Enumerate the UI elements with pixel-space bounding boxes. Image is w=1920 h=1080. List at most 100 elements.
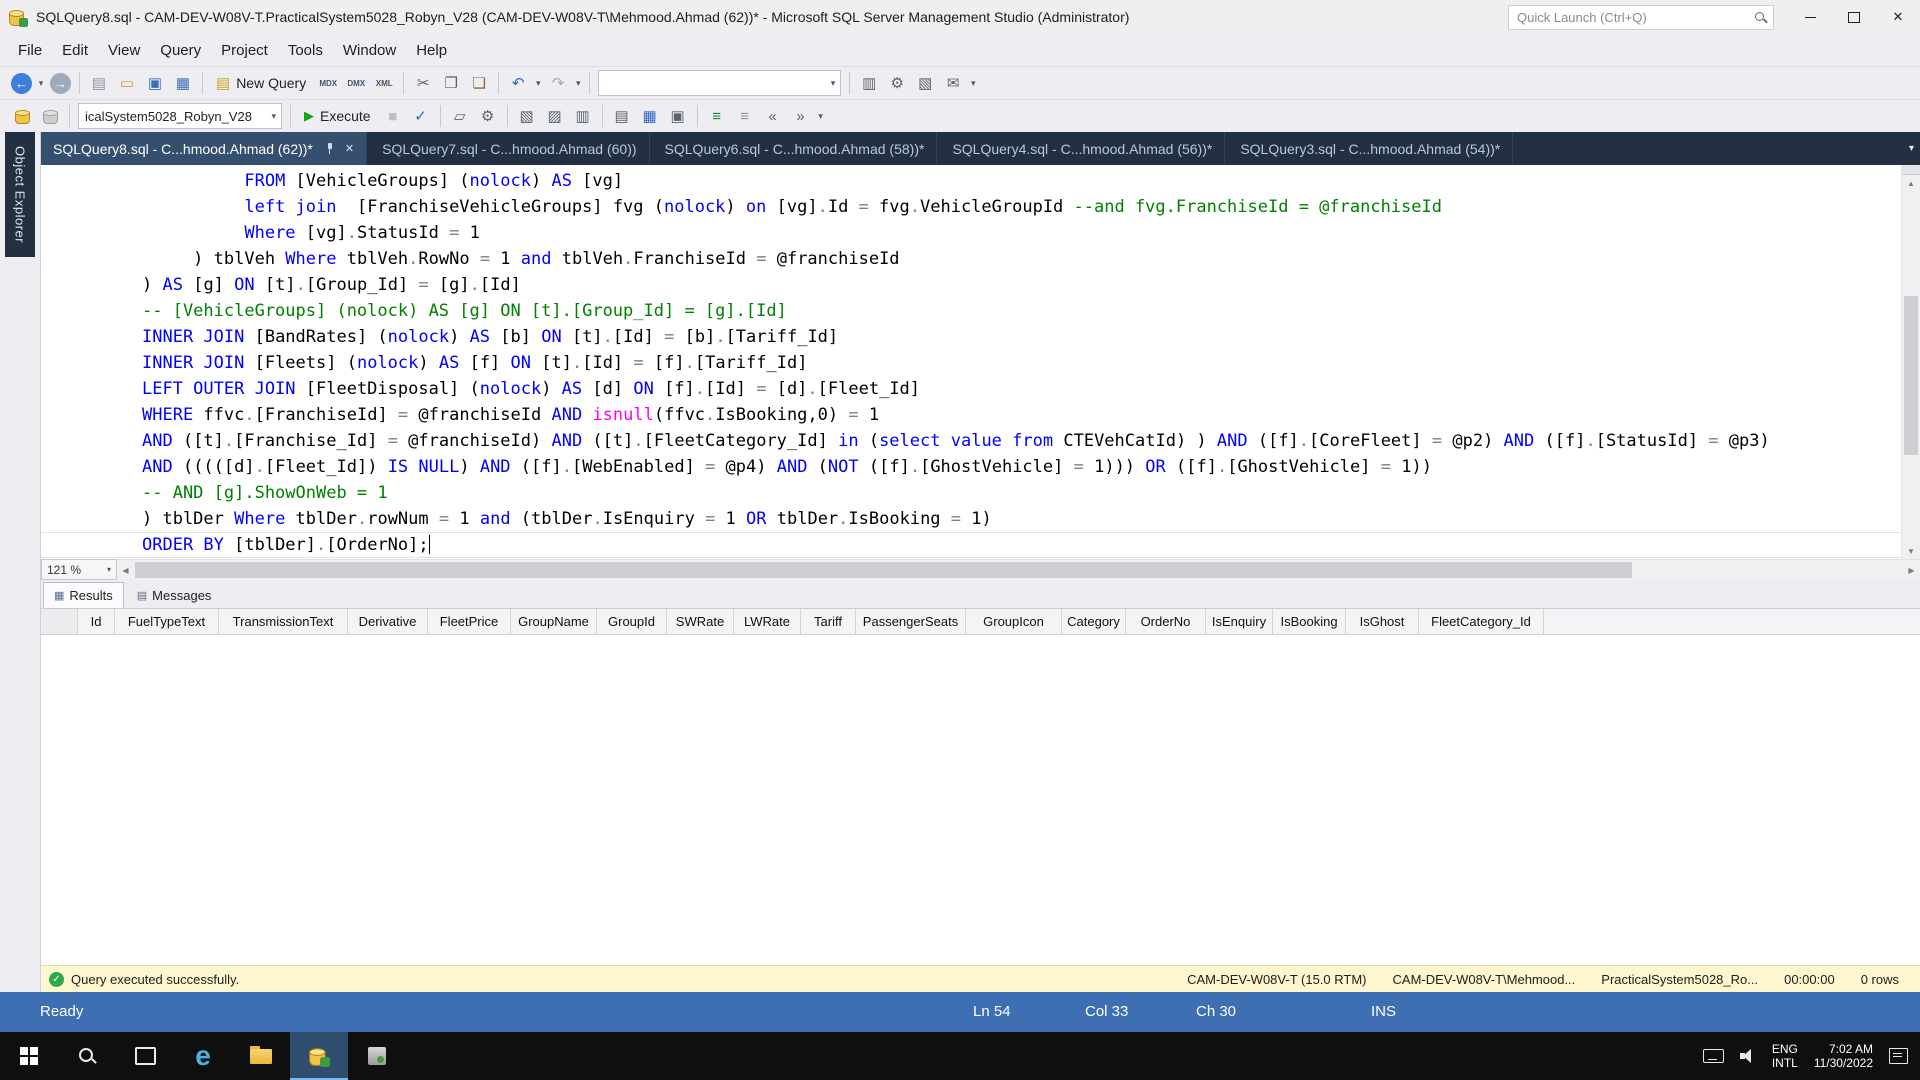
- pin-icon[interactable]: [325, 143, 335, 155]
- column-header-lwrate[interactable]: LWRate: [734, 609, 801, 634]
- save-all-icon[interactable]: ▦: [170, 70, 196, 96]
- back-history-dropdown[interactable]: ▾: [35, 70, 47, 96]
- close-icon[interactable]: ✕: [345, 142, 354, 155]
- column-header-fleetcategory_id[interactable]: FleetCategory_Id: [1419, 609, 1544, 634]
- redo-history-dropdown[interactable]: ▾: [572, 70, 584, 96]
- results-to-text-icon[interactable]: ▤: [609, 103, 635, 129]
- open-file-icon[interactable]: ▭: [114, 70, 140, 96]
- code-area[interactable]: FROM [VehicleGroups] (nolock) AS [vg] le…: [41, 165, 1902, 559]
- column-header-fueltypetext[interactable]: FuelTypeText: [115, 609, 219, 634]
- undo-icon[interactable]: ↶: [505, 70, 531, 96]
- taskbar-search-button[interactable]: [58, 1032, 116, 1080]
- results-to-file-icon[interactable]: ▣: [665, 103, 691, 129]
- navigate-forward-button[interactable]: →: [50, 73, 71, 94]
- zoom-control[interactable]: 121 %: [41, 559, 117, 580]
- ssms-ta skbar-button[interactable]: [290, 1032, 348, 1080]
- menu-project[interactable]: Project: [211, 38, 278, 63]
- find-combo[interactable]: ▾: [598, 70, 841, 96]
- column-header-fleetprice[interactable]: FleetPrice: [428, 609, 511, 634]
- outdent-icon[interactable]: «: [760, 103, 786, 129]
- column-header-isghost[interactable]: IsGhost: [1346, 609, 1419, 634]
- cancel-query-icon[interactable]: ■: [380, 103, 406, 129]
- results-tab-results[interactable]: ▦Results: [43, 582, 124, 608]
- new-project-icon[interactable]: ▤: [86, 70, 112, 96]
- maximize-button[interactable]: [1832, 0, 1876, 34]
- connect-icon[interactable]: [9, 103, 35, 129]
- execute-button[interactable]: ▶Execute: [297, 103, 378, 129]
- results-tab-messages[interactable]: ▤Messages: [126, 582, 223, 608]
- menu-edit[interactable]: Edit: [52, 38, 98, 63]
- menu-query[interactable]: Query: [150, 38, 211, 63]
- close-button[interactable]: [1876, 0, 1920, 34]
- touch-keyboard-icon[interactable]: [1703, 1049, 1724, 1063]
- language-indicator[interactable]: ENG INTL: [1772, 1042, 1798, 1070]
- horizontal-scroll-thumb[interactable]: [135, 562, 1632, 578]
- vertical-scroll-thumb[interactable]: [1904, 296, 1918, 455]
- menu-tools[interactable]: Tools: [278, 38, 333, 63]
- column-header-groupid[interactable]: GroupId: [597, 609, 667, 634]
- column-header-id[interactable]: Id: [78, 609, 115, 634]
- editor-vertical-scrollbar[interactable]: [1901, 165, 1920, 559]
- edge-taskbar-button[interactable]: [174, 1032, 232, 1080]
- column-header-orderno[interactable]: OrderNo: [1126, 609, 1206, 634]
- dmx-query-icon[interactable]: DMX: [343, 70, 369, 96]
- start-button[interactable]: [0, 1032, 58, 1080]
- column-header-category[interactable]: Category: [1062, 609, 1126, 634]
- available-databases-combo[interactable]: icalSystem5028_Robyn_V28▾: [78, 103, 282, 129]
- xmla-query-icon[interactable]: XML: [371, 70, 397, 96]
- toolbar-options-dropdown[interactable]: ▾: [967, 70, 979, 96]
- document-tab-5[interactable]: SQLQuery3.sql - C...hmood.Ahmad (54))*: [1228, 132, 1513, 165]
- volume-icon[interactable]: [1740, 1049, 1756, 1063]
- column-header-tariff[interactable]: Tariff: [801, 609, 856, 634]
- results-to-grid-icon[interactable]: ▦: [637, 103, 663, 129]
- column-header-isbooking[interactable]: IsBooking: [1273, 609, 1346, 634]
- app-taskbar-button[interactable]: [348, 1032, 406, 1080]
- grid-corner-cell[interactable]: [41, 609, 78, 634]
- solution-explorer-icon[interactable]: ▥: [856, 70, 882, 96]
- parse-icon[interactable]: ✓: [408, 103, 434, 129]
- clock[interactable]: 7:02 AM 11/30/2022: [1814, 1042, 1873, 1070]
- column-header-derivative[interactable]: Derivative: [348, 609, 428, 634]
- column-header-groupname[interactable]: GroupName: [511, 609, 597, 634]
- document-list-dropdown-icon[interactable]: [1909, 132, 1914, 165]
- menu-help[interactable]: Help: [406, 38, 457, 63]
- action-center-icon[interactable]: [1889, 1048, 1908, 1064]
- minimize-button[interactable]: [1788, 0, 1832, 34]
- document-tab-1[interactable]: SQLQuery8.sql - C...hmood.Ahmad (62))*✕: [41, 132, 367, 165]
- query-options-icon[interactable]: ⚙: [475, 103, 501, 129]
- comment-icon[interactable]: ≡: [704, 103, 730, 129]
- task-view-button[interactable]: [116, 1032, 174, 1080]
- change-connection-icon[interactable]: [37, 103, 63, 129]
- copy-icon[interactable]: ❐: [438, 70, 464, 96]
- column-header-transmissiontext[interactable]: TransmissionText: [219, 609, 348, 634]
- navigate-back-button[interactable]: ←: [11, 73, 32, 94]
- scroll-up-arrow[interactable]: [1902, 175, 1920, 191]
- vertical-scroll-track[interactable]: [1902, 190, 1920, 543]
- notifications-icon[interactable]: ✉: [940, 70, 966, 96]
- client-stats-icon[interactable]: ▥: [570, 103, 596, 129]
- cut-icon[interactable]: ✂: [410, 70, 436, 96]
- results-grid-body[interactable]: [41, 635, 1920, 965]
- code-editor[interactable]: FROM [VehicleGroups] (nolock) AS [vg] le…: [41, 165, 1920, 559]
- live-stats-icon[interactable]: ▨: [542, 103, 568, 129]
- uncomment-icon[interactable]: ≡: [732, 103, 758, 129]
- save-icon[interactable]: ▣: [142, 70, 168, 96]
- undo-history-dropdown[interactable]: ▾: [532, 70, 544, 96]
- quick-launch-input[interactable]: [1515, 9, 1754, 26]
- available-databases-combo-dropdown-icon[interactable]: ▾: [266, 111, 281, 122]
- mdx-query-icon[interactable]: MDX: [315, 70, 341, 96]
- redo-icon[interactable]: ↷: [545, 70, 571, 96]
- document-tab-3[interactable]: SQLQuery6.sql - C...hmood.Ahmad (58))*: [653, 132, 938, 165]
- column-header-swrate[interactable]: SWRate: [667, 609, 734, 634]
- indent-icon[interactable]: »: [788, 103, 814, 129]
- quick-launch-box[interactable]: [1508, 5, 1774, 30]
- object-explorer-tab[interactable]: Object Explorer: [5, 132, 35, 257]
- editor-horizontal-scrollbar[interactable]: [117, 559, 1920, 580]
- menu-file[interactable]: File: [8, 38, 52, 63]
- document-tab-2[interactable]: SQLQuery7.sql - C...hmood.Ahmad (60)): [370, 132, 649, 165]
- splitter-handle[interactable]: [1902, 165, 1920, 175]
- zoom-dropdown-icon[interactable]: [107, 565, 111, 574]
- properties-window-icon[interactable]: ⚙: [884, 70, 910, 96]
- sqlcmd-mode-icon[interactable]: ▱: [447, 103, 473, 129]
- sql-toolbar-options-dropdown[interactable]: ▾: [815, 103, 827, 129]
